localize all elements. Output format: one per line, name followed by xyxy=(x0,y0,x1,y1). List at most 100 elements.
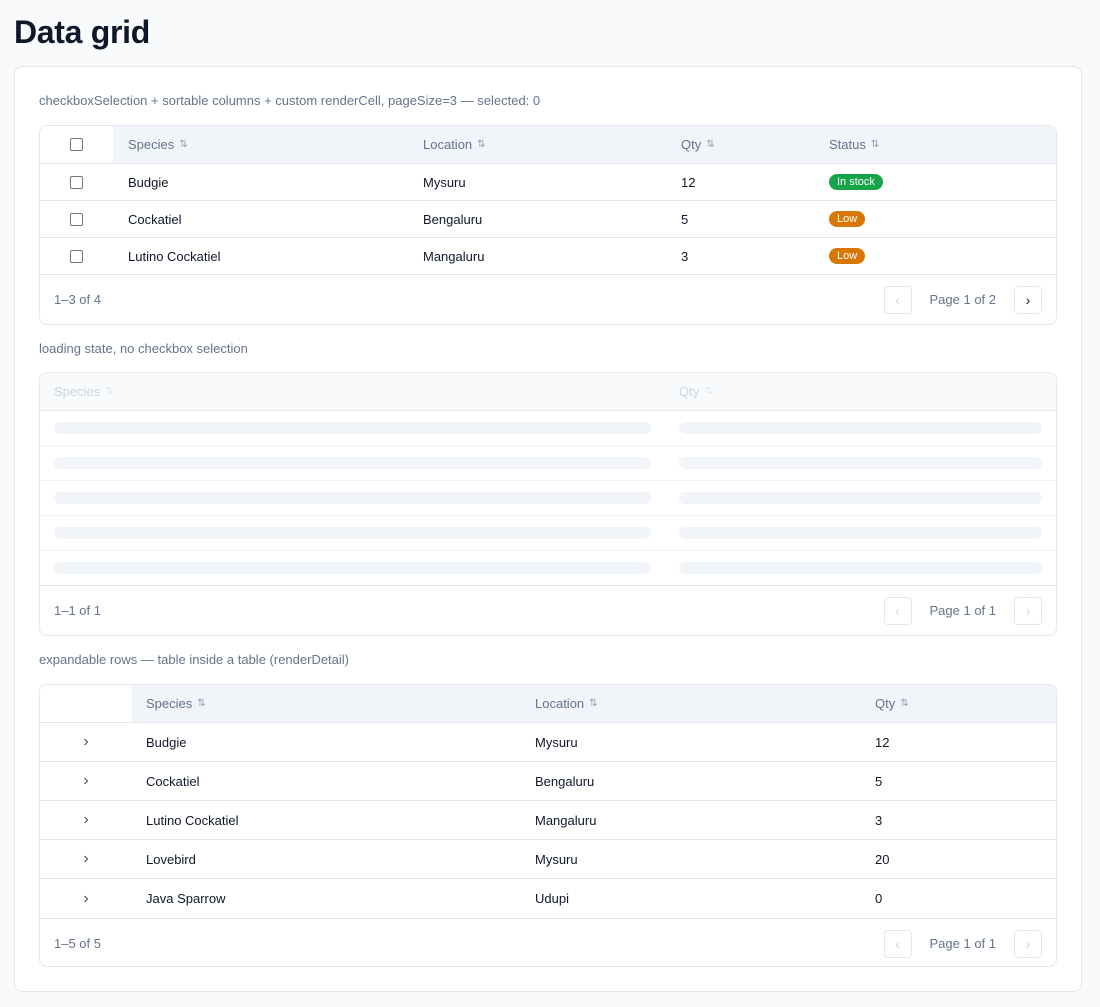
grid2-footer: 1–1 of 1 ‹ Page 1 of 1 › xyxy=(40,586,1056,635)
status-badge: Low xyxy=(829,248,866,264)
row-checkbox[interactable] xyxy=(70,212,83,226)
table-row[interactable]: › Java Sparrow Udupi 0 xyxy=(40,879,1056,919)
chevron-right-icon[interactable]: › xyxy=(83,890,88,908)
col-header-qty[interactable]: Qty ⇅ xyxy=(875,685,909,722)
select-all-checkbox[interactable] xyxy=(70,138,83,151)
grid1-caption: checkboxSelection + sortable columns + c… xyxy=(39,93,541,108)
chevron-right-icon[interactable]: › xyxy=(83,733,88,751)
table-row[interactable]: › Lutino Cockatiel Mangaluru 3 xyxy=(40,801,1056,840)
col-header-location[interactable]: Location ⇅ xyxy=(423,126,486,163)
row-count: 1–3 of 4 xyxy=(54,292,101,307)
status-badge: Low xyxy=(829,211,866,227)
grid2-header-row: Species ⇅ Qty ⇅ xyxy=(40,373,1056,411)
cell-species: Cockatiel xyxy=(146,773,200,789)
grid1: Species ⇅ Location ⇅ Qty ⇅ Status ⇅ Budg… xyxy=(39,125,1057,325)
cell-location: Mangaluru xyxy=(423,248,485,264)
skeleton-bar xyxy=(679,527,1042,539)
table-row[interactable]: Cockatiel Bengaluru 5 Low xyxy=(40,201,1056,238)
next-page-button[interactable]: › xyxy=(1014,285,1042,314)
cell-qty: 5 xyxy=(875,773,883,789)
table-row[interactable]: Lutino Cockatiel Mangaluru 3 Low xyxy=(40,238,1056,275)
cell-qty: 0 xyxy=(875,891,883,906)
cell-location: Bengaluru xyxy=(535,773,595,789)
table-row[interactable]: › Lovebird Mysuru 20 xyxy=(40,840,1056,879)
pagination: ‹ Page 1 of 1 › xyxy=(883,919,1042,966)
sort-icon: ⇅ xyxy=(179,139,188,150)
page-info: Page 1 of 1 xyxy=(929,603,997,618)
sort-icon: ⇅ xyxy=(105,386,114,397)
prev-page-button[interactable]: ‹ xyxy=(883,285,912,314)
col-header-label: Location xyxy=(535,696,585,711)
prev-page-button[interactable]: ‹ xyxy=(883,596,912,625)
row-count: 1–5 of 5 xyxy=(54,936,101,951)
cell-qty: 3 xyxy=(875,812,883,828)
col-header-label: Qty xyxy=(681,137,702,152)
col-header-label: Species xyxy=(54,384,101,399)
page-info: Page 1 of 1 xyxy=(929,936,997,951)
cell-qty: 12 xyxy=(875,734,890,750)
cell-species: Budgie xyxy=(146,734,187,750)
cell-status: In stock xyxy=(829,164,883,200)
sort-icon: ⇅ xyxy=(197,698,206,709)
chevron-right-icon[interactable]: › xyxy=(83,772,88,790)
row-checkbox-cell xyxy=(40,238,113,274)
skeleton-bar xyxy=(679,492,1042,504)
skeleton-row xyxy=(40,411,1056,446)
row-checkbox[interactable] xyxy=(70,175,83,189)
sort-icon: ⇅ xyxy=(704,386,713,397)
col-header-status[interactable]: Status ⇅ xyxy=(829,126,879,163)
skeleton-bar xyxy=(679,457,1042,469)
cell-location: Mangaluru xyxy=(535,812,597,828)
row-checkbox-cell xyxy=(40,201,113,237)
cell-species: Lovebird xyxy=(146,851,196,867)
table-row[interactable]: › Cockatiel Bengaluru 5 xyxy=(40,762,1056,801)
col-header-label: Species xyxy=(146,696,193,711)
grid3-caption: expandable rows — table inside a table (… xyxy=(39,652,350,667)
row-checkbox[interactable] xyxy=(70,249,83,263)
table-row[interactable]: › Budgie Mysuru 12 xyxy=(40,723,1056,762)
cell-species: Java Sparrow xyxy=(146,891,226,906)
skeleton-bar xyxy=(54,527,651,539)
row-count: 1–1 of 1 xyxy=(54,603,101,618)
col-header-label: Location xyxy=(423,137,473,152)
expand-cell: › xyxy=(40,879,132,918)
prev-page-button[interactable]: ‹ xyxy=(883,929,912,958)
sort-icon: ⇅ xyxy=(589,698,598,709)
sort-icon: ⇅ xyxy=(477,139,486,150)
skeleton-bar xyxy=(54,562,651,574)
data-grid-card: checkboxSelection + sortable columns + c… xyxy=(14,66,1082,992)
next-page-button[interactable]: › xyxy=(1014,596,1042,625)
skeleton-bar xyxy=(54,422,651,434)
skeleton-bar xyxy=(54,457,651,469)
expand-cell: › xyxy=(40,840,132,878)
next-page-button[interactable]: › xyxy=(1014,929,1042,958)
col-header-label: Qty xyxy=(679,384,700,399)
grid3-header-row: Species ⇅ Location ⇅ Qty ⇅ xyxy=(40,685,1056,723)
pagination: ‹ Page 1 of 2 › xyxy=(883,275,1042,324)
expand-cell: › xyxy=(40,762,132,800)
col-header-species[interactable]: Species ⇅ xyxy=(128,126,188,163)
col-header-location[interactable]: Location ⇅ xyxy=(535,685,598,722)
cell-location: Mysuru xyxy=(535,734,578,750)
skeleton-row xyxy=(40,446,1056,481)
col-header-qty: Qty ⇅ xyxy=(679,373,713,410)
skeleton-row xyxy=(40,516,1056,551)
col-header-label: Status xyxy=(829,137,866,152)
col-header-qty[interactable]: Qty ⇅ xyxy=(681,126,715,163)
cell-status: Low xyxy=(829,201,866,237)
select-all-checkbox-cell xyxy=(40,126,113,163)
table-row[interactable]: Budgie Mysuru 12 In stock xyxy=(40,164,1056,201)
cell-species: Lutino Cockatiel xyxy=(146,812,239,828)
cell-location: Bengaluru xyxy=(423,211,483,227)
cell-species: Budgie xyxy=(128,174,169,190)
chevron-right-icon[interactable]: › xyxy=(83,811,88,829)
sort-icon: ⇅ xyxy=(706,139,715,150)
grid1-header-row: Species ⇅ Location ⇅ Qty ⇅ Status ⇅ xyxy=(40,126,1056,164)
chevron-right-icon[interactable]: › xyxy=(83,850,88,868)
grid3-footer: 1–5 of 5 ‹ Page 1 of 1 › xyxy=(40,919,1056,966)
grid2-caption: loading state, no checkbox selection xyxy=(39,341,248,356)
sort-icon: ⇅ xyxy=(900,698,909,709)
skeleton-row xyxy=(40,481,1056,516)
cell-status: Low xyxy=(829,238,866,274)
col-header-species[interactable]: Species ⇅ xyxy=(146,685,206,722)
